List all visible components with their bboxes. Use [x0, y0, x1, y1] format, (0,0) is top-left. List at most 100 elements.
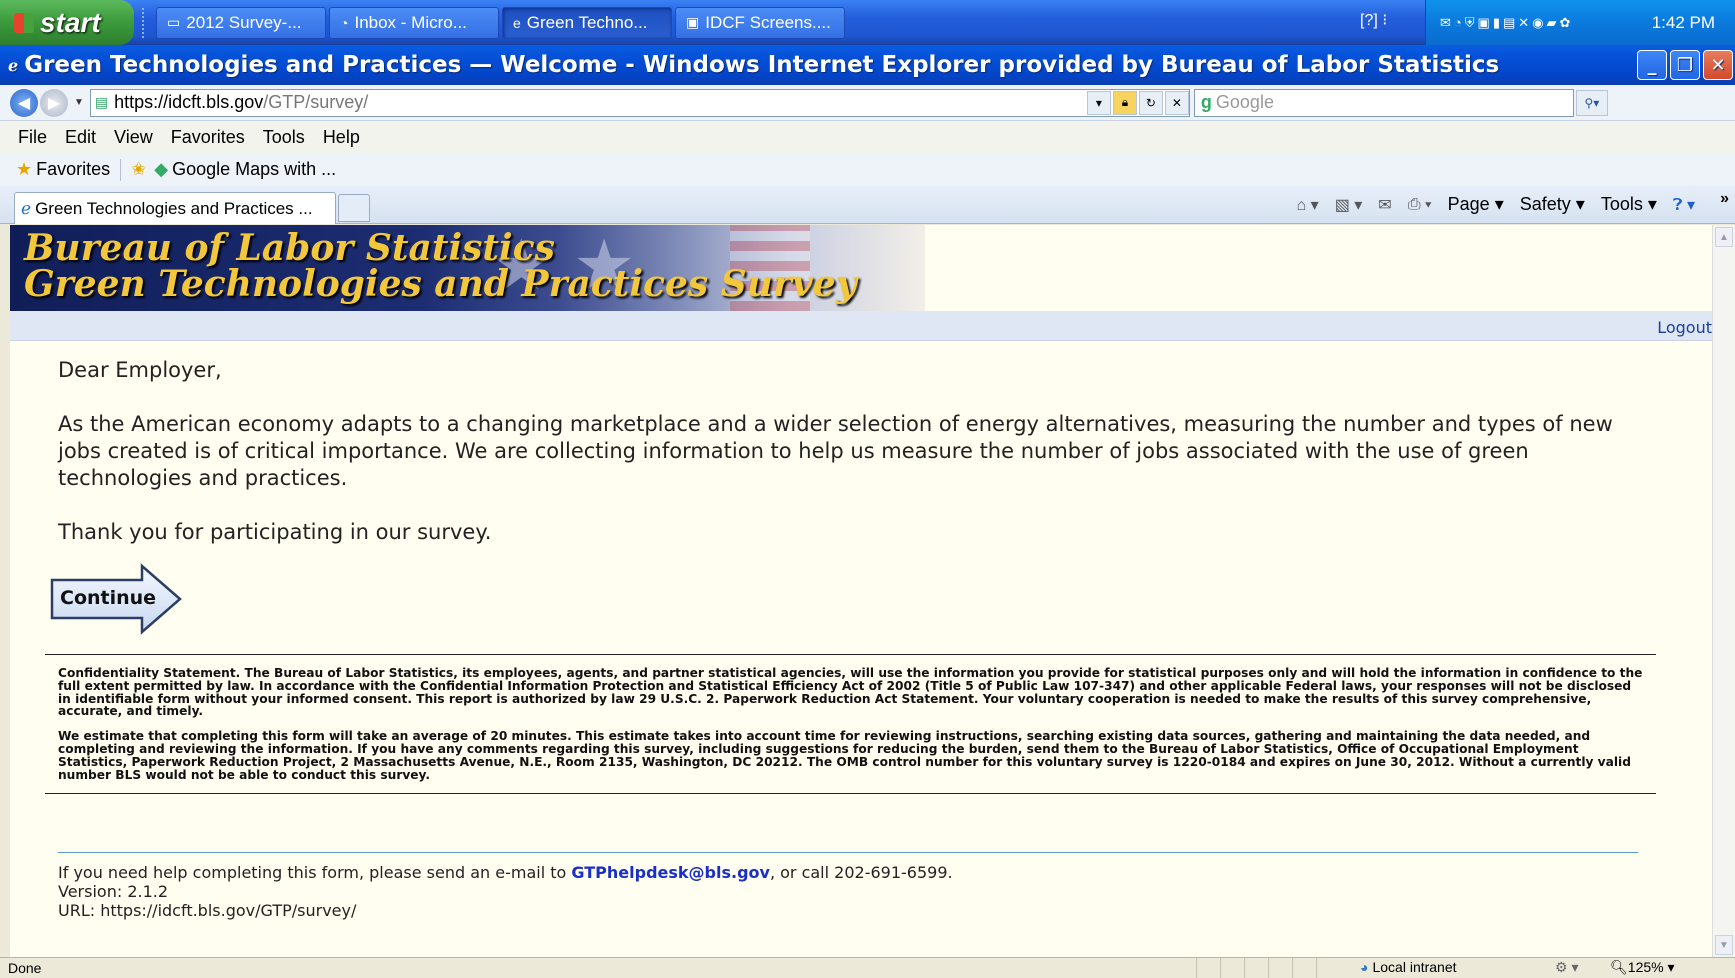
url-host: idcft.bls.gov	[168, 92, 264, 112]
window-controls: _ ❐ ✕	[1637, 50, 1733, 80]
new-tab-button[interactable]	[338, 194, 370, 222]
speaker-tray-icon[interactable]: ◉	[1532, 15, 1543, 31]
menu-bar: File Edit View Favorites Tools Help	[0, 121, 1735, 153]
print-icon[interactable]: ⎙ ▾	[1408, 196, 1432, 214]
ie-icon: ℯ	[8, 55, 19, 75]
feeds-icon[interactable]: ▧ ▾	[1335, 195, 1363, 215]
tray-icons[interactable]: ✉ ◔ ⛨ ▣ ▮ ▤ ✕ ◉ ▰ ✿	[1440, 15, 1570, 31]
protected-mode-icon[interactable]: ⚙ ▾	[1555, 959, 1578, 976]
scroll-up-icon[interactable]: ▲	[1715, 227, 1733, 247]
safety-menu[interactable]: Safety ▾	[1520, 194, 1585, 215]
menu-favorites[interactable]: Favorites	[171, 127, 245, 148]
taskbar-grip	[142, 7, 152, 38]
help-prefix: If you need help completing this form, p…	[58, 863, 572, 882]
forward-button[interactable]: ▶	[40, 88, 68, 117]
help-icon[interactable]: ❓︎ ▾	[1673, 195, 1695, 215]
help-suffix: , or call 202-691-6599.	[769, 863, 953, 882]
home-icon[interactable]: ⌂ ▾	[1297, 195, 1319, 215]
close-button[interactable]: ✕	[1703, 50, 1733, 80]
menu-view[interactable]: View	[114, 127, 153, 148]
lock-tray-icon[interactable]: ▣	[1478, 15, 1490, 31]
stop-icon[interactable]: ✕	[1164, 90, 1189, 115]
shield-tray-icon[interactable]: ⛨	[1465, 15, 1475, 31]
taskbar: start ▭ 2012 Survey-... ◔ Inbox - Micro.…	[0, 0, 1735, 45]
clock[interactable]: 1:42 PM	[1652, 13, 1715, 33]
search-input[interactable]: g Google	[1193, 88, 1574, 117]
window-title: Green Technologies and Practices — Welco…	[24, 52, 1500, 78]
favorites-button[interactable]: Favorites	[36, 159, 110, 180]
status-text: Done	[8, 960, 42, 976]
helpdesk-email-link[interactable]: GTPhelpdesk@bls.gov	[571, 863, 770, 882]
help-footer: If you need help completing this form, p…	[58, 863, 953, 920]
restore-button[interactable]: ❐	[1670, 50, 1700, 80]
url-dropdown-icon[interactable]: ▾	[1086, 90, 1111, 115]
chevron-right-icon[interactable]: »	[1720, 190, 1729, 208]
favorites-star-icon[interactable]: ★	[16, 159, 32, 180]
task-button-inbox[interactable]: ◔ Inbox - Micro...	[329, 6, 499, 39]
add-favorite-icon[interactable]: ✬	[131, 159, 146, 180]
page-icon: ▤	[94, 94, 109, 110]
command-bar: ⌂ ▾ ▧ ▾ ✉ ⎙ ▾ Page ▾ Safety ▾ Tools ▾ ❓︎…	[1297, 194, 1695, 215]
continue-button[interactable]: Continue	[48, 563, 184, 635]
tools-menu-label: Tools	[1600, 194, 1643, 214]
lock-icon[interactable]: 🔒︎	[1112, 90, 1137, 115]
safety-menu-label: Safety	[1519, 194, 1571, 214]
outlook-icon: ◔	[340, 14, 349, 31]
help-icon[interactable]: [?] ⁝	[1360, 10, 1387, 30]
favorite-link-google-maps[interactable]: Google Maps with ...	[172, 159, 336, 180]
menu-edit[interactable]: Edit	[65, 127, 96, 148]
version-text: Version: 2.1.2	[58, 882, 169, 901]
burden-statement: We estimate that completing this form wi…	[58, 729, 1631, 782]
phone-tray-icon[interactable]: ▮	[1493, 15, 1500, 31]
task-button-green-tech[interactable]: e Green Techno...	[502, 6, 672, 39]
calendar-tray-icon[interactable]: ◔	[1454, 15, 1462, 31]
search-icon[interactable]: ⚲▾	[1575, 89, 1608, 116]
help-line: If you need help completing this form, p…	[58, 863, 953, 882]
word-icon: ▣	[686, 14, 700, 30]
status-cells	[1196, 958, 1340, 978]
letter-greeting: Dear Employer,	[58, 358, 222, 382]
tab-green-tech[interactable]: ℯ Green Technologies and Practices ...	[14, 192, 336, 224]
window-titlebar[interactable]: ℯ Green Technologies and Practices — Wel…	[0, 45, 1735, 85]
history-dropdown-icon[interactable]: ▼	[74, 97, 84, 108]
refresh-icon[interactable]: ↻	[1138, 90, 1163, 115]
battery-tray-icon[interactable]: ▰	[1547, 15, 1557, 31]
task-button-survey-folder[interactable]: ▭ 2012 Survey-...	[156, 6, 326, 39]
menu-file[interactable]: File	[18, 127, 47, 148]
google-maps-icon: ◆	[154, 159, 169, 179]
folder-icon: ▭	[167, 14, 181, 30]
windows-flag-icon	[14, 12, 34, 33]
network-tray-icon[interactable]: ▤	[1503, 15, 1515, 31]
intranet-icon: ◕	[1360, 959, 1369, 975]
mail-icon[interactable]: ✉	[1378, 195, 1391, 215]
minimize-button[interactable]: _	[1637, 50, 1667, 80]
banner-title-line2: Green Technologies and Practices Survey	[24, 263, 857, 305]
menu-tools[interactable]: Tools	[263, 127, 305, 148]
task-label: Green Techno...	[526, 12, 648, 32]
tools-menu[interactable]: Tools ▾	[1601, 194, 1657, 215]
zoom-control[interactable]: 🔍︎125% ▾	[1610, 959, 1675, 976]
back-button[interactable]: ◀	[10, 88, 38, 117]
page-menu-label: Page	[1447, 194, 1490, 214]
system-tray: ✉ ◔ ⛨ ▣ ▮ ▤ ✕ ◉ ▰ ✿ 1:42 PM	[1425, 0, 1735, 45]
ie-icon: e	[513, 14, 521, 31]
letter-body: As the American economy adapts to a chan…	[58, 412, 1613, 490]
mail-tray-icon[interactable]: ✉	[1440, 15, 1451, 31]
menu-help[interactable]: Help	[323, 127, 360, 148]
address-bar: ◀ ▶ ▼ ▤ https://idcft.bls.gov/GTP/survey…	[0, 85, 1735, 121]
vertical-scrollbar[interactable]: ▲ ▼	[1712, 225, 1735, 957]
disconnected-tray-icon[interactable]: ✕	[1518, 15, 1529, 31]
task-button-idcf-screens[interactable]: ▣ IDCF Screens....	[675, 6, 845, 39]
security-zone[interactable]: ◕ Local intranet	[1360, 959, 1457, 975]
url-input[interactable]: ▤ https://idcft.bls.gov/GTP/survey/ ▾ 🔒︎…	[89, 88, 1190, 117]
start-button[interactable]: start	[0, 0, 134, 45]
window-left-border	[0, 225, 10, 957]
page-menu[interactable]: Page ▾	[1448, 194, 1504, 215]
task-label: Inbox - Micro...	[354, 12, 467, 32]
footer-divider	[58, 852, 1638, 853]
logout-link[interactable]: Logout	[1657, 318, 1712, 337]
google-icon: g	[1200, 92, 1212, 112]
task-label: 2012 Survey-...	[186, 12, 302, 32]
scroll-down-icon[interactable]: ▼	[1715, 935, 1733, 955]
update-tray-icon[interactable]: ✿	[1560, 15, 1571, 31]
